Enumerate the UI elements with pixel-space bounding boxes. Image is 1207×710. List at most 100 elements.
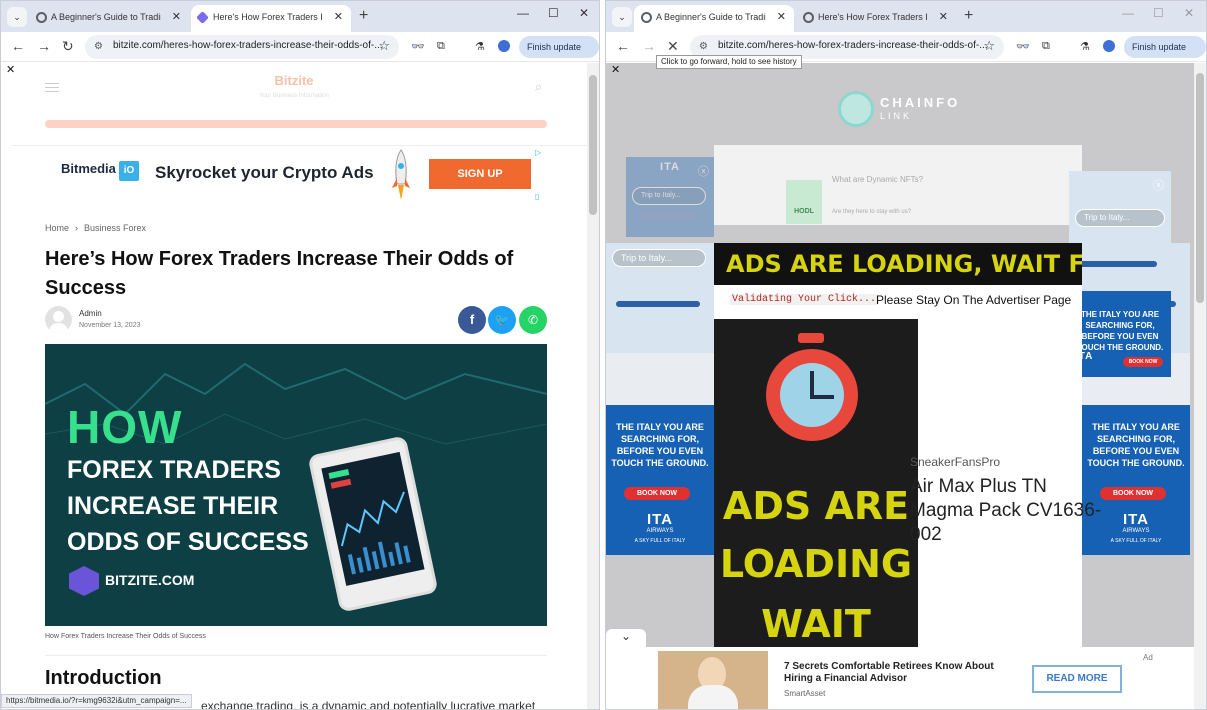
new-tab-button[interactable]: +: [964, 5, 973, 27]
ita-airways-popup[interactable]: Trip to Italy... THE ITALY YOU ARE SEARCH…: [1069, 171, 1171, 377]
close-popup-icon[interactable]: ⓧ: [1153, 177, 1164, 193]
ad-label: Ad: [1143, 653, 1153, 662]
tab-forex-traders[interactable]: Here's How Forex Traders Increa ✕: [191, 5, 351, 32]
ad-advertiser: SneakerFansPro: [910, 455, 1001, 469]
twitter-share-icon[interactable]: 🐦: [488, 306, 516, 334]
search-icon[interactable]: ⌕: [535, 79, 542, 95]
scrollbar-thumb[interactable]: [589, 75, 597, 215]
site-info-icon[interactable]: ⚙: [699, 41, 708, 52]
trip-search-input[interactable]: Trip to Italy...: [612, 249, 706, 267]
scrollbar[interactable]: [587, 63, 599, 709]
reload-icon[interactable]: ↻: [62, 38, 74, 55]
airplane-graphic: [616, 301, 700, 307]
sticky-bottom-ad[interactable]: 7 Secrets Comfortable Retirees Know Abou…: [606, 647, 1194, 709]
maximize-button[interactable]: ☐: [1153, 6, 1164, 20]
minimize-button[interactable]: —: [1122, 6, 1134, 20]
close-window-button[interactable]: ✕: [1184, 6, 1194, 20]
site-info-icon[interactable]: ⚙: [94, 41, 103, 52]
extensions-puzzle-icon[interactable]: ⧉: [437, 40, 445, 53]
ad-product-title[interactable]: Air Max Plus TN Magma Pack CV1636-002: [910, 475, 1110, 547]
labs-flask-icon[interactable]: ⚗: [1080, 40, 1090, 53]
chevron-down-icon[interactable]: ⌄: [606, 629, 646, 647]
hero-headline-how: HOW: [67, 401, 183, 453]
ads-loading-banner: ADS ARE LOADING, WAIT FEW MOMI: [714, 243, 1082, 285]
loading-icon: [803, 12, 814, 23]
tab-search-button[interactable]: ⌄: [612, 7, 632, 27]
browser-window-right: ⌄ A Beginner's Guide to Trading: | ✕ Her…: [605, 0, 1207, 710]
ad-source: SmartAsset: [784, 689, 826, 698]
ad-info-icon[interactable]: ▯: [535, 192, 539, 201]
ita-airways-popup-faded[interactable]: ITA Trip to Italy... ⓧ: [626, 157, 714, 237]
hero-headline-rest: FOREX TRADERS INCREASE THEIR ODDS OF SUC…: [67, 456, 309, 556]
finish-update-button[interactable]: Finish update ⋮: [1124, 36, 1206, 74]
author-avatar[interactable]: [45, 306, 72, 333]
read-more-button[interactable]: READ MORE: [1032, 665, 1122, 693]
rocket-icon: [392, 149, 410, 200]
back-icon[interactable]: ←: [616, 38, 630, 54]
extension-glasses-icon[interactable]: 👓: [1016, 40, 1030, 53]
hero-image: HOW FOREX TRADERS INCREASE THEIR ODDS OF…: [45, 344, 547, 626]
chainfo-logo-icon[interactable]: [838, 91, 874, 127]
forward-icon[interactable]: →: [642, 38, 656, 54]
profile-icon[interactable]: [498, 40, 510, 55]
author-name[interactable]: Admin: [79, 309, 102, 318]
loading-icon: [641, 12, 652, 23]
close-tab-icon[interactable]: ✕: [334, 5, 343, 30]
bookmark-star-icon[interactable]: ☆: [983, 38, 995, 54]
publish-date: November 13, 2023: [79, 322, 141, 329]
forward-tooltip: Click to go forward, hold to see history: [656, 55, 802, 69]
site-logo[interactable]: CHAINFO: [880, 95, 960, 110]
stopwatch-icon: [766, 349, 858, 441]
close-window-button[interactable]: ✕: [579, 6, 589, 20]
breadcrumb-category[interactable]: Business Forex: [84, 223, 146, 233]
close-tab-icon[interactable]: ✕: [939, 5, 948, 30]
tab-strip: ⌄ A Beginner's Guide to Trading: | ✕ Her…: [606, 1, 1206, 32]
profile-icon[interactable]: [1103, 40, 1115, 55]
url-text: bitzite.com/heres-how-forex-traders-incr…: [718, 40, 988, 51]
tab-beginners-guide[interactable]: A Beginner's Guide to Trading: | ✕: [634, 5, 794, 32]
loading-icon: [36, 12, 47, 23]
tab-search-button[interactable]: ⌄: [7, 7, 27, 27]
sign-up-button[interactable]: SIGN UP: [429, 159, 531, 189]
ad-headline: THE ITALY YOU ARE SEARCHING FOR, BEFORE YO…: [611, 422, 709, 468]
back-icon[interactable]: ←: [11, 38, 25, 54]
close-ad-icon[interactable]: ✕: [611, 63, 620, 76]
minimize-button[interactable]: —: [517, 6, 529, 20]
ad-title[interactable]: 7 Secrets Comfortable Retirees Know Abou…: [784, 661, 1020, 685]
adchoices-icon[interactable]: ▷: [535, 148, 541, 157]
scrollbar-thumb[interactable]: [1196, 73, 1204, 303]
site-logo[interactable]: Bitzite: [1, 73, 587, 88]
bookmark-star-icon[interactable]: ☆: [378, 38, 390, 54]
forward-icon[interactable]: →: [37, 38, 51, 54]
close-tab-icon[interactable]: ✕: [172, 5, 181, 30]
toolbar: ← → ↻ ⚙ bitzite.com/heres-how-forex-trad…: [1, 32, 599, 74]
address-bar[interactable]: ⚙ bitzite.com/heres-how-forex-traders-in…: [85, 35, 399, 59]
new-tab-button[interactable]: +: [359, 5, 368, 27]
finish-update-button[interactable]: Finish update ⋮: [519, 36, 599, 74]
image-caption: How Forex Traders Increase Their Odds of…: [45, 633, 206, 640]
close-tab-icon[interactable]: ✕: [777, 5, 786, 30]
close-popup-icon[interactable]: ⓧ: [698, 163, 709, 179]
ad-headline: THE ITALY YOU ARE SEARCHING FOR, BEFORE YO…: [1087, 422, 1185, 468]
whatsapp-share-icon[interactable]: ✆: [519, 306, 547, 334]
breadcrumb-home[interactable]: Home: [45, 223, 69, 233]
bitmedia-ad[interactable]: Bitmedia iO Skyrocket your Crypto Ads SI…: [45, 148, 545, 203]
bitmedia-logo: Bitmedia: [61, 161, 116, 176]
stop-loading-icon[interactable]: ✕: [667, 38, 679, 55]
breadcrumb: Home › Business Forex: [45, 223, 147, 233]
ad-photo: [658, 651, 768, 709]
labs-flask-icon[interactable]: ⚗: [475, 40, 485, 53]
divider: [11, 145, 587, 146]
facebook-share-icon[interactable]: f: [458, 306, 486, 334]
bitzite-favicon-icon: [196, 11, 209, 24]
ita-airways-side-ad-left[interactable]: Trip to Italy... THE ITALY YOU ARE SEARCH…: [606, 243, 714, 555]
maximize-button[interactable]: ☐: [548, 6, 559, 20]
scrollbar[interactable]: [1194, 63, 1206, 709]
validating-text: Validating Your Click...: [730, 294, 879, 305]
book-now-button[interactable]: BOOK NOW: [624, 487, 690, 500]
extension-glasses-icon[interactable]: 👓: [411, 40, 425, 53]
tab-forex-traders[interactable]: Here's How Forex Traders Increa ✕: [796, 5, 956, 32]
extensions-puzzle-icon[interactable]: ⧉: [1042, 40, 1050, 53]
divider: [45, 655, 547, 656]
tab-beginners-guide[interactable]: A Beginner's Guide to Trading: | ✕: [29, 5, 189, 32]
